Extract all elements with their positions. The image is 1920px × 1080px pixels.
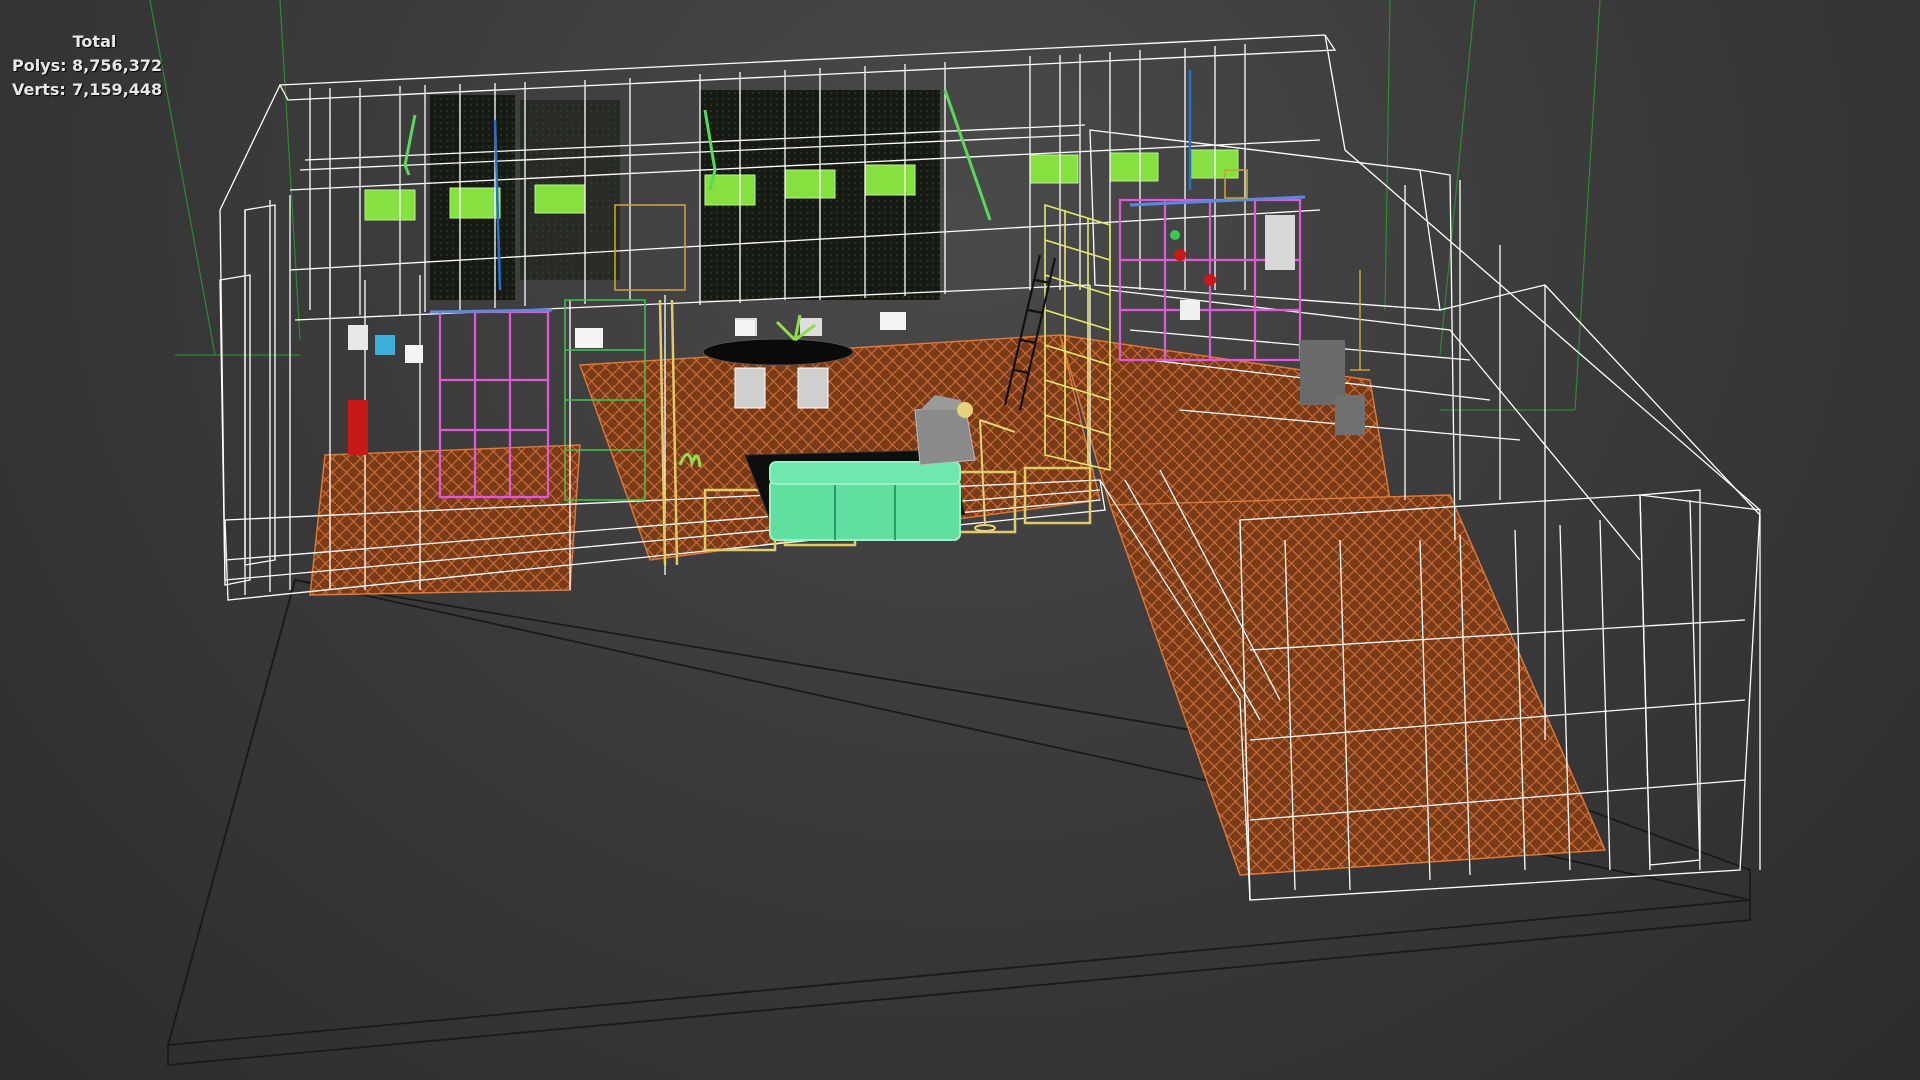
polys-label: Polys: bbox=[12, 56, 67, 75]
statistics-title: Total bbox=[72, 32, 117, 51]
polys-row: Polys: 8,756,372 bbox=[12, 54, 177, 78]
perspective-viewport[interactable]: Total Polys: 8,756,372 Verts: 7,159,448 bbox=[0, 0, 1920, 1080]
viewport-statistics: Total Polys: 8,756,372 Verts: 7,159,448 bbox=[12, 30, 177, 102]
polys-value: 8,756,372 bbox=[72, 56, 163, 75]
sofa bbox=[769, 461, 961, 541]
verts-label: Verts: bbox=[12, 80, 66, 99]
verts-row: Verts: 7,159,448 bbox=[12, 78, 177, 102]
verts-value: 7,159,448 bbox=[72, 80, 163, 99]
wireframe-scene[interactable] bbox=[0, 0, 1920, 1080]
